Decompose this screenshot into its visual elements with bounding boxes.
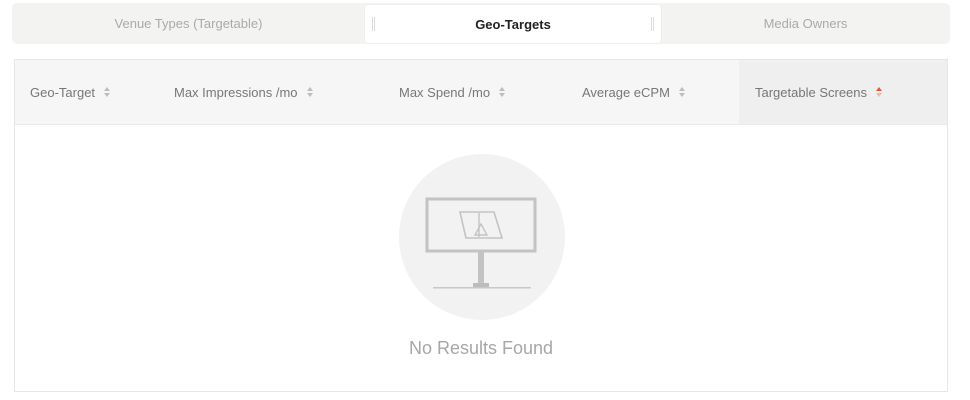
geo-targets-table: Geo-Target Max Impressions /mo Max Spend…: [14, 59, 948, 392]
sort-icon: [678, 87, 685, 97]
sort-icon: [306, 87, 313, 97]
sort-icon: [499, 87, 506, 97]
sort-active-icon: [876, 87, 883, 97]
column-header-label: Max Spend /mo: [399, 84, 491, 100]
tab-venue-types[interactable]: Venue Types (Targetable): [12, 3, 365, 44]
column-header-label: Max Impressions /mo: [174, 84, 298, 100]
column-header-targetable-screens[interactable]: Targetable Screens: [739, 60, 947, 124]
column-header-max-impressions[interactable]: Max Impressions /mo: [174, 60, 313, 124]
screen-icon: [425, 197, 537, 289]
tab-geo-targets[interactable]: Geo-Targets: [365, 5, 661, 43]
tab-geo-targets-label: Geo-Targets: [475, 16, 551, 32]
empty-state-illustration: [399, 154, 565, 320]
column-header-label: Targetable Screens: [755, 84, 868, 100]
grip-handle-right-icon: [651, 17, 654, 31]
column-header-average-ecpm[interactable]: Average eCPM: [582, 60, 685, 124]
tab-bar: Venue Types (Targetable) Geo-Targets Med…: [12, 3, 950, 44]
column-header-label: Geo-Target: [30, 84, 96, 100]
column-header-geo-target[interactable]: Geo-Target: [30, 60, 111, 124]
sort-icon: [104, 87, 111, 97]
column-header-max-spend[interactable]: Max Spend /mo: [399, 60, 506, 124]
table-header: Geo-Target Max Impressions /mo Max Spend…: [15, 60, 947, 125]
grip-handle-left-icon: [372, 17, 375, 31]
tab-media-owners[interactable]: Media Owners: [661, 3, 950, 44]
column-header-label: Average eCPM: [582, 84, 670, 100]
empty-state-message: No Results Found: [408, 338, 554, 358]
